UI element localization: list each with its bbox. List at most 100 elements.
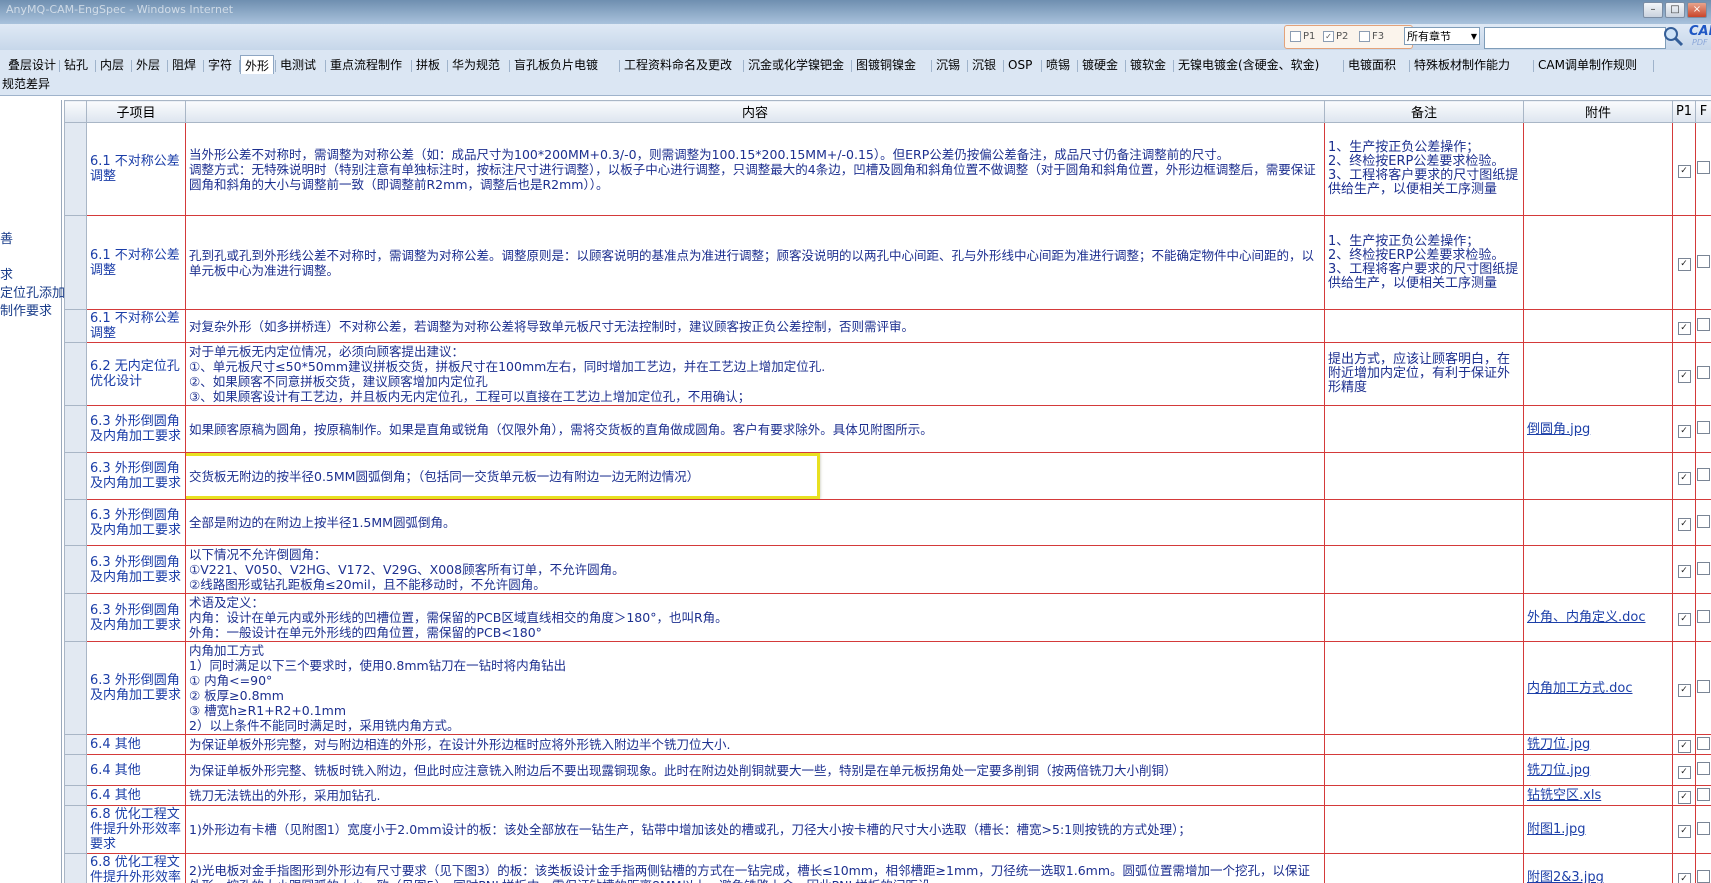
f-checkbox[interactable] <box>1697 736 1710 750</box>
col-header-p1[interactable]: P1 <box>1672 100 1696 123</box>
row-header[interactable] <box>64 641 87 735</box>
table-row[interactable]: 6.3 外形倒圆角及内角加工要求 内角加工方式 1）同时满足以下三个要求时，使用0… <box>64 641 1711 735</box>
table-row[interactable]: 6.8 优化工程文件提升外形效率要求 1)外形边有卡槽（见附图1）宽度小于2.0m… <box>64 805 1711 854</box>
tab-2[interactable]: 内层 <box>96 55 128 75</box>
attachment-link[interactable] <box>1523 122 1673 216</box>
col-header-attachment[interactable]: 附件 <box>1523 100 1673 123</box>
tab-10[interactable]: 华为规范 <box>448 55 504 75</box>
table-row[interactable]: 6.1 不对称公差调整 当外形公差不对称时，需调整为对称公差（如：成品尺寸为100… <box>64 122 1711 216</box>
maximize-icon[interactable]: □ <box>1665 2 1685 18</box>
tab-15[interactable]: 沉锡 <box>932 55 964 75</box>
p3-checkbox[interactable]: F3 <box>1359 31 1384 42</box>
f-checkbox[interactable] <box>1697 366 1710 379</box>
table-row[interactable]: 6.3 外形倒圆角及内角加工要求 以下情况不允许倒圆角： ①V221、V050、V… <box>64 545 1711 594</box>
row-header[interactable] <box>64 734 87 755</box>
tab-5[interactable]: 字符 <box>204 55 236 75</box>
tab-0[interactable]: 叠层设计 <box>4 55 60 75</box>
table-row[interactable]: 6.4 其他 铣刀无法铣出的外形，采用加钻孔. 钻铣空区.xls ✓ <box>64 785 1711 806</box>
row-header[interactable] <box>64 593 87 642</box>
attachment-link[interactable] <box>1523 499 1673 546</box>
f-checkbox[interactable] <box>1697 821 1710 835</box>
content-cell[interactable]: 以下情况不允许倒圆角： ①V221、V050、V2HG、V172、V29G、X0… <box>185 545 1325 594</box>
tab-9[interactable]: 拼板 <box>412 55 444 75</box>
content-cell[interactable]: 2)光电板对金手指图形到外形边有尺寸要求（见下图3）的板：该类板设计金手指两侧钻… <box>185 853 1325 883</box>
table-row[interactable]: 6.1 不对称公差调整 孔到孔或孔到外形线公差不对称时，需调整为对称公差。调整原则… <box>64 215 1711 310</box>
tab-19[interactable]: 镀硬金 <box>1078 55 1122 75</box>
row-header[interactable] <box>64 342 87 406</box>
tab-20[interactable]: 镀软金 <box>1126 55 1170 75</box>
content-cell[interactable]: 术语及定义： 内角：设计在单元内或外形线的凹槽位置，需保留的PCB区域直线相交的… <box>185 593 1325 642</box>
p1-checkbox[interactable]: ✓ <box>1677 740 1691 753</box>
table-row[interactable]: 6.4 其他 为保证单板外形完整，对与附边相连的外形，在设计外形边框时应将外形铣入… <box>64 734 1711 755</box>
chapter-select[interactable]: 所有章节 ▼ <box>1404 27 1480 45</box>
p1-checkbox[interactable]: P1 <box>1290 31 1315 42</box>
f-checkbox[interactable] <box>1697 318 1710 331</box>
table-row[interactable]: 6.1 不对称公差调整 对复杂外形（如多拼桥连）不对称公差，若调整为对称公差将导致… <box>64 309 1711 343</box>
content-cell[interactable]: 对复杂外形（如多拼桥连）不对称公差，若调整为对称公差将导致单元板尺寸无法控制时，… <box>185 309 1325 343</box>
f-checkbox[interactable] <box>1697 787 1710 801</box>
col-header-content[interactable]: 内容 <box>185 100 1325 123</box>
tab-14[interactable]: 图镀铜镍金 <box>852 55 920 75</box>
content-cell[interactable]: 1)外形边有卡槽（见附图1）宽度小于2.0mm设计的板：该处全部放在一钻生产，钻… <box>185 805 1325 854</box>
attachment-link[interactable] <box>1523 342 1673 406</box>
sub-item-cell[interactable]: 6.1 不对称公差调整 <box>86 215 186 310</box>
f-checkbox[interactable] <box>1697 869 1710 883</box>
remark-cell[interactable] <box>1324 593 1524 642</box>
p1-checkbox[interactable]: ✓ <box>1677 873 1691 883</box>
content-cell[interactable]: 内角加工方式 1）同时满足以下三个要求时，使用0.8mm钻刀在一钻时将内角钻出 … <box>185 641 1325 735</box>
row-header[interactable] <box>64 122 87 216</box>
remark-cell[interactable] <box>1324 641 1524 735</box>
p1-checkbox[interactable]: ✓ <box>1677 424 1691 438</box>
f-checkbox[interactable] <box>1697 468 1710 481</box>
f-checkbox[interactable] <box>1697 514 1710 528</box>
p1-checkbox[interactable]: ✓ <box>1677 471 1691 485</box>
col-header-remark[interactable]: 备注 <box>1324 100 1524 123</box>
left-item[interactable]: 善 <box>0 228 13 247</box>
sub-item-cell[interactable]: 6.4 其他 <box>86 734 186 755</box>
tab-13[interactable]: 沉金或化学镍钯金 <box>744 55 848 75</box>
remark-cell[interactable]: 提出方式，应该让顾客明白，在附近增加内定位，有利于保证外形精度 <box>1324 342 1524 406</box>
content-cell[interactable]: 交货板无附边的按半径0.5MM圆弧倒角；（包括同一交货单元板一边有附边一边无附边… <box>185 452 1325 500</box>
p1-checkbox[interactable]: ✓ <box>1677 518 1691 531</box>
p1-checkbox[interactable]: ✓ <box>1677 825 1691 838</box>
attachment-link[interactable] <box>1523 545 1673 594</box>
f-checkbox[interactable] <box>1697 680 1710 693</box>
table-row[interactable]: 6.3 外形倒圆角及内角加工要求 全部是附边的在附边上按半径1.5MM圆弧倒角。 ✓ <box>64 499 1711 546</box>
remark-cell[interactable] <box>1324 499 1524 546</box>
sub-item-cell[interactable]: 6.1 不对称公差调整 <box>86 122 186 216</box>
remark-cell[interactable] <box>1324 452 1524 500</box>
content-cell[interactable]: 铣刀无法铣出的外形，采用加钻孔. <box>185 785 1325 806</box>
attachment-link[interactable] <box>1523 215 1673 310</box>
content-cell[interactable]: 对于单元板无内定位情况，必须向顾客提出建议： ①、单元板尺寸≤50*50mm建议… <box>185 342 1325 406</box>
table-row[interactable]: 6.3 外形倒圆角及内角加工要求 如果顾客原稿为圆角，按原稿制作。如果是直角或锐角… <box>64 405 1711 453</box>
content-cell[interactable]: 如果顾客原稿为圆角，按原稿制作。如果是直角或锐角（仅限外角），需将交货板的直角做… <box>185 405 1325 453</box>
tab-7[interactable]: 电测试 <box>276 55 320 75</box>
attachment-link[interactable]: 附图1.jpg <box>1523 805 1673 854</box>
p1-checkbox[interactable]: ✓ <box>1677 321 1691 335</box>
p1-checkbox[interactable]: ✓ <box>1677 369 1691 383</box>
attachment-link[interactable]: 内角加工方式.doc <box>1523 641 1673 735</box>
f-checkbox[interactable] <box>1697 561 1710 575</box>
col-header-f[interactable]: F <box>1695 100 1711 123</box>
attachment-link[interactable]: 附图2&3.jpg <box>1523 853 1673 883</box>
minimize-icon[interactable]: – <box>1643 2 1663 18</box>
tab-4[interactable]: 阻焊 <box>168 55 200 75</box>
table-row[interactable]: 6.4 其他 为保证单板外形完整、铣板时铣入附边，但此时应注意铣入附边后不要出现露… <box>64 754 1711 786</box>
tab-21[interactable]: 无镍电镀金(含硬金、软金) <box>1174 55 1323 75</box>
row-header[interactable] <box>64 545 87 594</box>
row-header[interactable] <box>64 405 87 453</box>
f-checkbox[interactable] <box>1697 762 1710 775</box>
content-cell[interactable]: 当外形公差不对称时，需调整为对称公差（如：成品尺寸为100*200MM+0.3/… <box>185 122 1325 216</box>
sub-item-cell[interactable]: 6.3 外形倒圆角及内角加工要求 <box>86 593 186 642</box>
tab-6[interactable]: 外形 <box>240 55 275 74</box>
tab-18[interactable]: 喷锡 <box>1042 55 1074 75</box>
remark-cell[interactable]: 1、生产按正负公差操作； 2、终检按ERP公差要求检验。 3、工程将客户要求的尺… <box>1324 122 1524 216</box>
close-icon[interactable]: × <box>1687 2 1707 18</box>
sub-item-cell[interactable]: 6.3 外形倒圆角及内角加工要求 <box>86 452 186 500</box>
attachment-link[interactable]: 钻铣空区.xls <box>1523 785 1673 806</box>
table-row[interactable]: 6.2 无内定位孔优化设计 对于单元板无内定位情况，必须向顾客提出建议： ①、单元… <box>64 342 1711 406</box>
search-icon[interactable] <box>1662 25 1684 47</box>
sub-item-cell[interactable]: 6.3 外形倒圆角及内角加工要求 <box>86 545 186 594</box>
tab-17[interactable]: OSP <box>1004 55 1036 75</box>
row-header[interactable] <box>64 853 87 883</box>
